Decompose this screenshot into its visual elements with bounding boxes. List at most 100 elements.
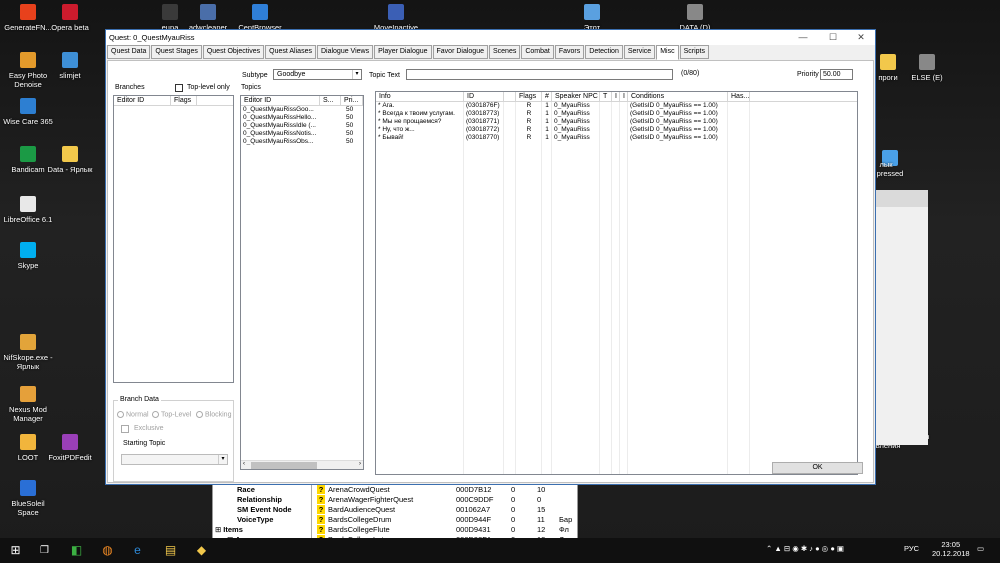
tree-node[interactable]: Relationship (213, 495, 311, 505)
info-col-header[interactable]: Speaker NPC (552, 92, 600, 101)
info-row[interactable]: * Всегда к твоим услугам. (03018773) R 1 0_M… (376, 110, 857, 118)
close-button[interactable]: ✕ (846, 30, 876, 45)
tab-quest-aliases[interactable]: Quest Aliases (265, 45, 316, 59)
tree-node[interactable]: Race (213, 485, 311, 495)
tab-favor-dialogue[interactable]: Favor Dialogue (432, 45, 488, 59)
info-col-header[interactable]: ID (464, 92, 504, 101)
info-col-header[interactable]: Conditions (628, 92, 728, 101)
creation-kit-icon[interactable]: ◆ (193, 542, 210, 559)
tab-detection[interactable]: Detection (585, 45, 623, 59)
app-icon (200, 4, 216, 20)
tab-favors[interactable]: Favors (554, 45, 585, 59)
normal-radio[interactable] (117, 411, 124, 418)
topics-col-editor-id[interactable]: Editor ID (241, 96, 320, 105)
info-col-header[interactable]: Flags (516, 92, 542, 101)
desktop-icon[interactable]: Opera beta (42, 4, 98, 32)
desktop-icon[interactable]: Wise Care 365 (0, 98, 56, 126)
desktop-icon[interactable]: Этот (564, 4, 620, 32)
tree-quest-row[interactable]: ? BardsCollegeDrum 000D944F 0 11 Бар (313, 515, 577, 525)
topic-row[interactable]: 0_QuestMyauRissObs... 50 (241, 138, 363, 146)
scroll-right-icon[interactable]: › (359, 461, 361, 467)
desktop-icon[interactable]: adwcleaner (180, 4, 236, 32)
tab-scripts[interactable]: Scripts (679, 45, 709, 59)
top-level-radio[interactable] (152, 411, 159, 418)
notifications-icon[interactable]: ▭ (977, 544, 984, 553)
branches-col-editor-id[interactable]: Editor ID (114, 96, 171, 105)
desktop-icon[interactable]: slimjet (42, 52, 98, 80)
desktop-icon[interactable]: ELSE (E) (898, 54, 956, 82)
task-view-icon[interactable]: ❐ (36, 542, 53, 559)
priority-input[interactable]: 50.00 (820, 69, 853, 80)
info-col-header[interactable] (504, 92, 516, 101)
desktop-icon[interactable]: CentBrowser (232, 4, 288, 32)
app-icon-2[interactable]: ◍ (99, 542, 116, 559)
scroll-left-icon[interactable]: ‹ (243, 461, 245, 467)
start-windows-icon[interactable]: ⊞ (7, 542, 24, 559)
tab-combat[interactable]: Combat (521, 45, 554, 59)
ok-button[interactable]: OK (772, 462, 863, 474)
app-icon-1[interactable]: ◧ (68, 542, 85, 559)
desktop-icon[interactable]: Data - Ярлык (42, 146, 98, 174)
tab-quest-stages[interactable]: Quest Stages (151, 45, 202, 59)
info-col-header[interactable]: I (612, 92, 620, 101)
branches-list[interactable]: Editor ID Flags (113, 95, 234, 383)
tree-node[interactable]: ⊞ Items (213, 525, 311, 535)
info-row[interactable]: * Ну, что ж... (03018772) R 1 0_MyauRiss (Get… (376, 126, 857, 134)
topic-row[interactable]: 0_QuestMyauRissIdle (... 50 (241, 122, 363, 130)
desktop-icon[interactable]: Skype (0, 242, 56, 270)
info-list[interactable]: Info ID Flags # Speaker NPC T I I Conditions Has.… (375, 91, 858, 475)
tab-misc[interactable]: Misc (656, 45, 679, 60)
topic-row[interactable]: 0_QuestMyauRissNotis... 50 (241, 130, 363, 138)
exclusive-checkbox[interactable] (121, 425, 129, 433)
tree-quest-row[interactable]: ? ArenaWagerFighterQuest 000C9DDF 0 0 (313, 495, 577, 505)
topic-row[interactable]: 0_QuestMyauRissHello... 50 (241, 114, 363, 122)
tab-quest-objectives[interactable]: Quest Objectives (202, 45, 265, 59)
desktop-icon[interactable]: FoxitPDFedit (42, 434, 98, 462)
desktop-icon[interactable]: DATA (D) (660, 4, 730, 32)
blocking-radio[interactable] (196, 411, 203, 418)
tray-icons[interactable]: ⌃ ▲ ⊟ ◉ ✱ ♪ ● ◎ ● ▣ (766, 544, 844, 553)
info-row[interactable]: * Мы не прощаемся? (03018771) R 1 0_MyauRiss… (376, 118, 857, 126)
tree-quest-row[interactable]: ? BardAudienceQuest 001062A7 0 15 (313, 505, 577, 515)
tree-node[interactable]: SM Event Node (213, 505, 311, 515)
minimize-button[interactable]: — (788, 30, 818, 45)
tab-service[interactable]: Service (623, 45, 656, 59)
language-indicator[interactable]: РУС (904, 544, 919, 553)
desktop-icon[interactable]: MoveInactive (368, 4, 424, 32)
desktop-icon[interactable]: LibreOffice 6.1 (0, 196, 56, 224)
info-col-header[interactable]: Has... (728, 92, 750, 101)
tree-quest-row[interactable]: ? ArenaCrowdQuest 000D7B12 0 10 (313, 485, 577, 495)
topics-col-s[interactable]: S... (320, 96, 341, 105)
tab-player-dialogue[interactable]: Player Dialogue (374, 45, 432, 59)
topic-text-input[interactable] (406, 69, 673, 80)
info-col-header[interactable]: Info (376, 92, 464, 101)
info-row[interactable]: * Бывай! (03018770) R 1 0_MyauRiss (GetIsID 0… (376, 134, 857, 142)
tab-quest-data[interactable]: Quest Data (107, 45, 151, 59)
info-col-header[interactable]: T (600, 92, 612, 101)
info-col-header[interactable]: # (542, 92, 552, 101)
desktop-icon[interactable]: Nexus Mod Manager (0, 386, 56, 423)
maximize-button[interactable]: ☐ (818, 30, 848, 45)
tree-quest-row[interactable]: ? BardsCollegeFlute 000D9431 0 12 Фл (313, 525, 577, 535)
clock[interactable]: 23:05 20.12.2018 (932, 540, 970, 558)
topics-col-priority[interactable]: Pri... (341, 96, 363, 105)
app-icon (584, 4, 600, 20)
topics-horizontal-scrollbar[interactable]: ‹ › (241, 460, 363, 469)
tree-expander-icon[interactable]: ⊞ (215, 525, 221, 534)
desktop-icon[interactable]: NifSkope.exe - Ярлык (0, 334, 56, 371)
tab-dialogue-views[interactable]: Dialogue Views (316, 45, 374, 59)
top-level-only-checkbox[interactable] (175, 84, 183, 92)
branches-col-flags[interactable]: Flags (171, 96, 197, 105)
desktop-icon[interactable]: BlueSoleil Space (0, 480, 56, 517)
file-explorer-icon[interactable]: ▤ (162, 542, 179, 559)
edge-browser-icon[interactable]: e (129, 542, 146, 559)
topic-row[interactable]: 0_QuestMyauRissGoo... 50 (241, 106, 363, 114)
tree-node[interactable]: VoiceType (213, 515, 311, 525)
scrollbar-thumb[interactable] (251, 462, 317, 469)
subtype-dropdown[interactable]: Goodbye ▾ (273, 69, 362, 80)
starting-topic-dropdown[interactable]: ▾ (121, 454, 228, 465)
info-col-header[interactable]: I (620, 92, 628, 101)
topics-list[interactable]: Editor ID S... Pri... 0_QuestMyauRissGoo… (240, 95, 364, 470)
info-row[interactable]: * Ага. (0301876F) R 1 0_MyauRiss (GetIsID 0_M… (376, 102, 857, 110)
tab-scenes[interactable]: Scenes (488, 45, 521, 59)
